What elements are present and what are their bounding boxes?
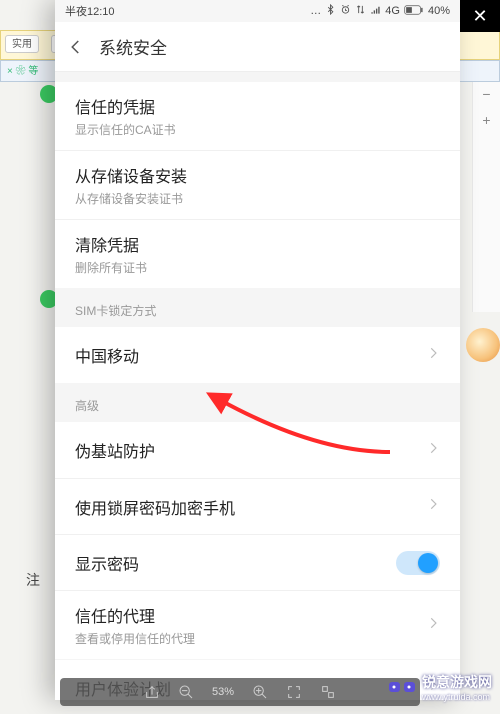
right-edge-panel: − + − <box>472 82 500 312</box>
battery-icon <box>404 5 424 18</box>
settings-content: 信任的凭据 显示信任的CA证书 从存储设备安装 从存储设备安装证书 清除凭据 删… <box>55 72 460 700</box>
bluetooth-icon <box>325 4 336 18</box>
more-icon: … <box>310 5 321 17</box>
close-icon: ✕ <box>472 6 487 26</box>
back-button[interactable] <box>67 38 85 56</box>
row-china-mobile[interactable]: 中国移动 <box>55 327 460 383</box>
row-title: 信任的凭据 <box>75 94 176 118</box>
rotate-icon[interactable] <box>320 684 336 700</box>
row-fake-bts-protection[interactable]: 伪基站防护 <box>55 422 460 478</box>
assistant-bubble-icon[interactable] <box>466 328 500 362</box>
chevron-right-icon <box>426 497 440 516</box>
chevron-right-icon <box>426 346 440 365</box>
group-credentials: 信任的凭据 显示信任的CA证书 从存储设备安装 从存储设备安装证书 清除凭据 删… <box>55 82 460 288</box>
row-install-from-storage[interactable]: 从存储设备安装 从存储设备安装证书 <box>55 150 460 219</box>
toggle-show-password[interactable] <box>396 551 440 575</box>
watermark-text: 锐意游戏网 www.ytruida.com <box>422 672 492 702</box>
row-title: 显示密码 <box>75 551 139 575</box>
section-sim-lock: SIM卡锁定方式 <box>55 288 460 327</box>
zoom-level: 53% <box>212 686 234 698</box>
page-header: 系统安全 <box>55 22 460 72</box>
row-title: 伪基站防护 <box>75 438 155 462</box>
row-subtitle: 查看或停用信任的代理 <box>75 630 195 647</box>
group-advanced: 伪基站防护 使用锁屏密码加密手机 显示密码 信任的代理 查看或停用信任的代理 用… <box>55 422 460 700</box>
row-title: 从存储设备安装 <box>75 163 187 187</box>
watermark: 锐意游戏网 www.ytruida.com <box>388 672 492 702</box>
row-title: 使用锁屏密码加密手机 <box>75 495 235 519</box>
row-show-password[interactable]: 显示密码 <box>55 534 460 590</box>
row-title: 中国移动 <box>75 343 139 367</box>
section-advanced: 高级 <box>55 383 460 422</box>
note-label: 注 <box>26 570 40 590</box>
row-encrypt-phone[interactable]: 使用锁屏密码加密手机 <box>55 478 460 534</box>
data-icon <box>355 4 366 18</box>
watermark-logo-icon <box>388 677 416 697</box>
minus-icon[interactable]: − <box>473 82 500 102</box>
zoom-in-icon[interactable] <box>252 684 268 700</box>
alarm-icon <box>340 4 351 18</box>
status-time: 半夜12:10 <box>65 3 115 19</box>
phone-screenshot: 半夜12:10 … 4G 40% 系统安全 <box>55 0 460 700</box>
row-subtitle: 显示信任的CA证书 <box>75 121 176 138</box>
page-title: 系统安全 <box>99 34 167 59</box>
row-trusted-agents[interactable]: 信任的代理 查看或停用信任的代理 <box>55 590 460 659</box>
row-clear-credentials[interactable]: 清除凭据 删除所有证书 <box>55 219 460 288</box>
zoom-out-icon[interactable] <box>178 684 194 700</box>
signal-icon <box>370 4 381 18</box>
battery-label: 40% <box>428 5 450 17</box>
row-subtitle: 删除所有证书 <box>75 259 147 276</box>
close-button[interactable]: ✕ <box>460 0 500 32</box>
row-title: 信任的代理 <box>75 603 195 627</box>
network-label: 4G <box>385 5 400 17</box>
row-trusted-credentials[interactable]: 信任的凭据 显示信任的CA证书 <box>55 82 460 150</box>
share-icon[interactable] <box>144 684 160 700</box>
chevron-right-icon <box>426 616 440 635</box>
status-bar: 半夜12:10 … 4G 40% <box>55 0 460 22</box>
row-title: 清除凭据 <box>75 232 147 256</box>
plus-icon[interactable]: + <box>473 108 500 128</box>
group-sim: 中国移动 <box>55 327 460 383</box>
browser-tab[interactable]: 实用 <box>5 35 39 53</box>
row-subtitle: 从存储设备安装证书 <box>75 190 187 207</box>
chevron-right-icon <box>426 441 440 460</box>
fullscreen-icon[interactable] <box>286 684 302 700</box>
viewer-toolbar: 53% <box>60 678 420 706</box>
